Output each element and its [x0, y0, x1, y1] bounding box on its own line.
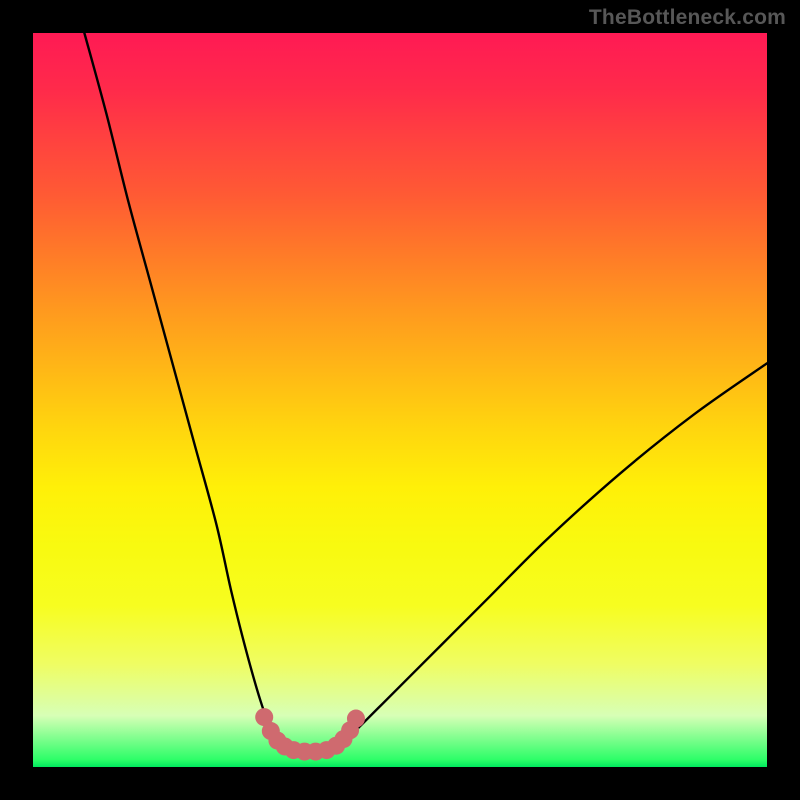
chart-svg: [33, 33, 767, 767]
curve-left-branch: [84, 33, 282, 745]
optimal-zone-markers: [255, 708, 365, 760]
curve-right-branch: [341, 363, 767, 745]
watermark-text: TheBottleneck.com: [589, 6, 786, 30]
chart-frame: TheBottleneck.com: [0, 0, 800, 800]
